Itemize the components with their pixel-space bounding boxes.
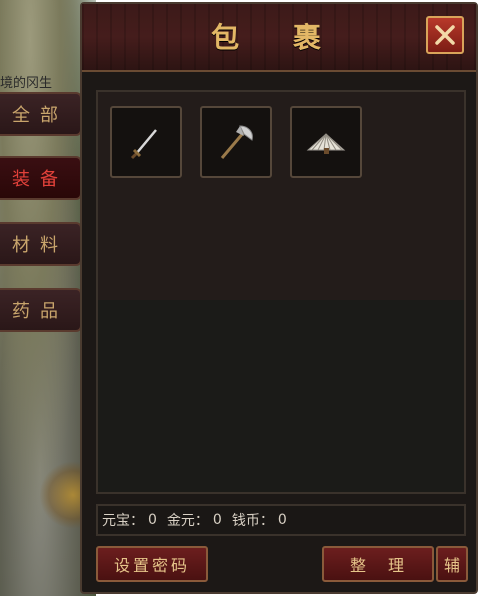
tab-materials[interactable]: 材料 xyxy=(0,222,82,266)
item-slot-axe[interactable] xyxy=(200,106,272,178)
qianbi-label: 钱币： xyxy=(231,513,274,529)
item-slot-fan[interactable] xyxy=(290,106,362,178)
sort-button[interactable]: 整理 xyxy=(322,546,434,582)
inventory-grid xyxy=(96,90,466,494)
close-icon xyxy=(435,25,455,45)
fan-icon xyxy=(306,133,346,154)
yuanbao-label: 元宝： xyxy=(102,513,144,529)
sword-icon xyxy=(130,129,157,160)
background-partial-text: 境的冈生 xyxy=(0,76,53,91)
jinyuan-label: 金元： xyxy=(166,513,209,529)
inventory-window: 包 裹 元宝： 0 金元： 0 钱币： 0 设置密码 整理 辅 xyxy=(80,2,478,594)
jinyuan-value: 0 xyxy=(212,512,222,528)
window-title: 包 裹 xyxy=(211,21,343,54)
game-screen: 境的冈生 全部 装备 材料 药品 包 裹 元宝： 0 金元： 0 钱币： 0 设… xyxy=(0,0,480,596)
currency-bar: 元宝： 0 金元： 0 钱币： 0 xyxy=(96,504,466,536)
tab-equipment[interactable]: 装备 xyxy=(0,156,82,200)
axe-icon xyxy=(220,125,253,159)
aux-button[interactable]: 辅 xyxy=(436,546,468,582)
item-slot-sword[interactable] xyxy=(110,106,182,178)
title-bar: 包 裹 xyxy=(82,4,476,72)
tab-potions[interactable]: 药品 xyxy=(0,288,82,332)
set-password-button[interactable]: 设置密码 xyxy=(96,546,208,582)
qianbi-value: 0 xyxy=(277,512,287,528)
close-button[interactable] xyxy=(426,16,464,54)
tab-all[interactable]: 全部 xyxy=(0,92,82,136)
yuanbao-value: 0 xyxy=(148,512,157,528)
